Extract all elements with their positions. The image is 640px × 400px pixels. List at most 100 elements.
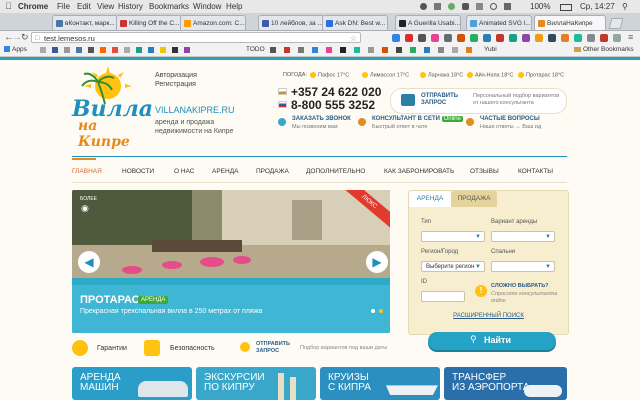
faq-link[interactable]: ЧАСТЫЕ ВОПРОСЫ <box>480 116 540 122</box>
extension-icon[interactable] <box>444 34 452 42</box>
phone-cyprus[interactable]: +357 24 622 020 <box>291 85 381 99</box>
menu-help[interactable]: Help <box>226 0 242 13</box>
variant-select[interactable]: ▼ <box>491 231 555 242</box>
bookmark-icon[interactable] <box>396 47 402 53</box>
bookmark-icon[interactable] <box>438 47 444 53</box>
tab-animated-svg[interactable]: Animated SVG l... <box>466 15 532 30</box>
site-logo[interactable]: Вилла на Кипре <box>72 64 153 150</box>
page-info-icon[interactable]: □ <box>35 33 39 44</box>
phone-russia[interactable]: 8-800 555 3252 <box>291 98 375 112</box>
tab-rent[interactable]: АРЕНДА <box>409 191 451 207</box>
bookmark-icon[interactable] <box>160 47 166 53</box>
slider-next-button[interactable]: ▶ <box>366 251 388 273</box>
extension-icon[interactable] <box>496 34 504 42</box>
bookmark-icon[interactable] <box>184 47 190 53</box>
menu-window[interactable]: Window <box>193 0 221 13</box>
bookmark-icon[interactable] <box>172 47 178 53</box>
extension-icon[interactable] <box>457 34 465 42</box>
bookmark-icon[interactable] <box>64 47 70 53</box>
type-select[interactable]: ▼ <box>421 231 485 242</box>
nav-rent[interactable]: АРЕНДА <box>212 168 238 175</box>
slider-dot-active[interactable] <box>379 309 383 313</box>
nav-home[interactable]: ГЛАВНАЯ <box>72 168 102 175</box>
slide-caption[interactable]: Прекрасная трехспальная вилла в 250 метр… <box>80 308 262 315</box>
tab-ask-dn[interactable]: Ask DN: Best w... <box>322 15 388 30</box>
tab-sale[interactable]: ПРОДАЖА <box>451 191 497 207</box>
extension-icon[interactable] <box>574 34 582 42</box>
menu-bookmarks[interactable]: Bookmarks <box>149 0 189 13</box>
id-input[interactable] <box>421 291 465 302</box>
extension-icon[interactable] <box>431 34 439 42</box>
bookmark-icon[interactable] <box>148 47 154 53</box>
dropbox-icon[interactable] <box>420 3 427 10</box>
menu-edit[interactable]: Edit <box>77 0 91 13</box>
menu-view[interactable]: View <box>97 0 114 13</box>
bookmark-icon[interactable] <box>136 47 142 53</box>
bookmark-icon[interactable] <box>424 47 430 53</box>
guarantee-link[interactable]: Гарантии <box>97 345 127 352</box>
extension-icon[interactable] <box>418 34 426 42</box>
nav-reviews[interactable]: ОТЗЫВЫ <box>470 168 499 175</box>
spotlight-icon[interactable]: ⚲ <box>622 0 628 13</box>
order-call-link[interactable]: ЗАКАЗАТЬ ЗВОНОК <box>292 116 351 122</box>
online-consultant-link[interactable]: КОНСУЛЬТАНТ В СЕТИ Online <box>372 116 463 122</box>
tab-amazon[interactable]: Amazon.com: C... <box>180 15 246 30</box>
more-label[interactable]: БОЛЕЕ <box>80 196 97 202</box>
tab-labels[interactable]: 10 лейблов, за ... <box>258 15 324 30</box>
yubi-bookmark[interactable]: Yubi <box>484 44 497 56</box>
bookmark-icon[interactable] <box>100 47 106 53</box>
extension-icon[interactable] <box>509 34 517 42</box>
bookmark-icon[interactable] <box>52 47 58 53</box>
bookmark-icon[interactable] <box>326 47 332 53</box>
nav-sale[interactable]: ПРОДАЖА <box>256 168 289 175</box>
battery-percent[interactable]: 100% <box>530 0 550 13</box>
extension-icon[interactable] <box>470 34 478 42</box>
bookmark-icon[interactable] <box>340 47 346 53</box>
bluetooth-icon[interactable] <box>476 3 483 10</box>
bookmark-icon[interactable] <box>270 47 276 53</box>
extension-icon[interactable] <box>587 34 595 42</box>
register-link[interactable]: Регистрация <box>155 81 196 88</box>
find-button[interactable]: ⚲ Найти <box>428 332 556 350</box>
promo-excursions[interactable]: ЭКСКУРСИИ ПО КИПРУ <box>196 367 316 400</box>
bookmark-icon[interactable] <box>368 47 374 53</box>
tab-vkontakte[interactable]: вКонтакт, марк... <box>52 15 118 30</box>
bedrooms-select[interactable]: ▼ <box>491 261 555 272</box>
bookmark-icon[interactable] <box>382 47 388 53</box>
bookmark-icon[interactable] <box>410 47 416 53</box>
apps-bookmark[interactable]: Apps <box>4 44 27 56</box>
extension-icon[interactable] <box>522 34 530 42</box>
nav-additional[interactable]: ДОПОЛНИТЕЛЬНО <box>306 168 365 175</box>
reload-icon[interactable]: ↻ <box>21 31 29 44</box>
extension-icon[interactable] <box>613 34 621 42</box>
bookmark-icon[interactable] <box>298 47 304 53</box>
tab-guerilla[interactable]: A Guerilla Usabi... <box>395 15 461 30</box>
extension-icon[interactable] <box>405 34 413 42</box>
send-request-box[interactable]: ОТПРАВИТЬ ЗАПРОС Персональный подбор вар… <box>390 88 567 114</box>
features-request-link[interactable]: ОТПРАВИТЬ ЗАПРОС <box>256 341 296 355</box>
bookmark-icon[interactable] <box>40 47 46 53</box>
bookmark-icon[interactable] <box>88 47 94 53</box>
promo-cruises[interactable]: КРУИЗЫ С КИПРА <box>320 367 440 400</box>
advanced-search-link[interactable]: РАСШИРЕННЫЙ ПОИСК <box>409 313 568 319</box>
extension-icon[interactable] <box>600 34 608 42</box>
hero-slider[interactable]: БОЛЕЕ ◉ ЛЮКС ◀ ▶ ПРОТАРАС АРЕНДА Прекрас… <box>72 190 390 333</box>
todo-bookmark[interactable]: TODO <box>246 44 265 56</box>
security-link[interactable]: Безопасность <box>170 345 215 352</box>
nav-contacts[interactable]: КОНТАКТЫ <box>518 168 553 175</box>
promo-car-rent[interactable]: АРЕНДА МАШИН <box>72 367 192 400</box>
hard-to-choose-title[interactable]: СЛОЖНО ВЫБРАТЬ? <box>491 283 549 289</box>
other-bookmarks[interactable]: Other Bookmarks <box>574 44 634 56</box>
nav-how-to-book[interactable]: КАК ЗАБРОНИРОВАТЬ <box>384 168 454 175</box>
menu-file[interactable]: File <box>57 0 70 13</box>
hard-to-choose-desc[interactable]: Спросите консультанта online <box>491 291 565 305</box>
nav-about[interactable]: О НАС <box>174 168 194 175</box>
skype-icon[interactable] <box>448 3 455 10</box>
bookmark-icon[interactable] <box>112 47 118 53</box>
menu-chrome[interactable]: Chrome <box>18 0 48 13</box>
bookmark-icon[interactable] <box>354 47 360 53</box>
auth-link[interactable]: Авторизация <box>155 72 197 79</box>
nav-news[interactable]: НОВОСТИ <box>122 168 154 175</box>
region-select[interactable]: Выберите регион ▼ <box>421 261 485 272</box>
extension-icon[interactable] <box>548 34 556 42</box>
